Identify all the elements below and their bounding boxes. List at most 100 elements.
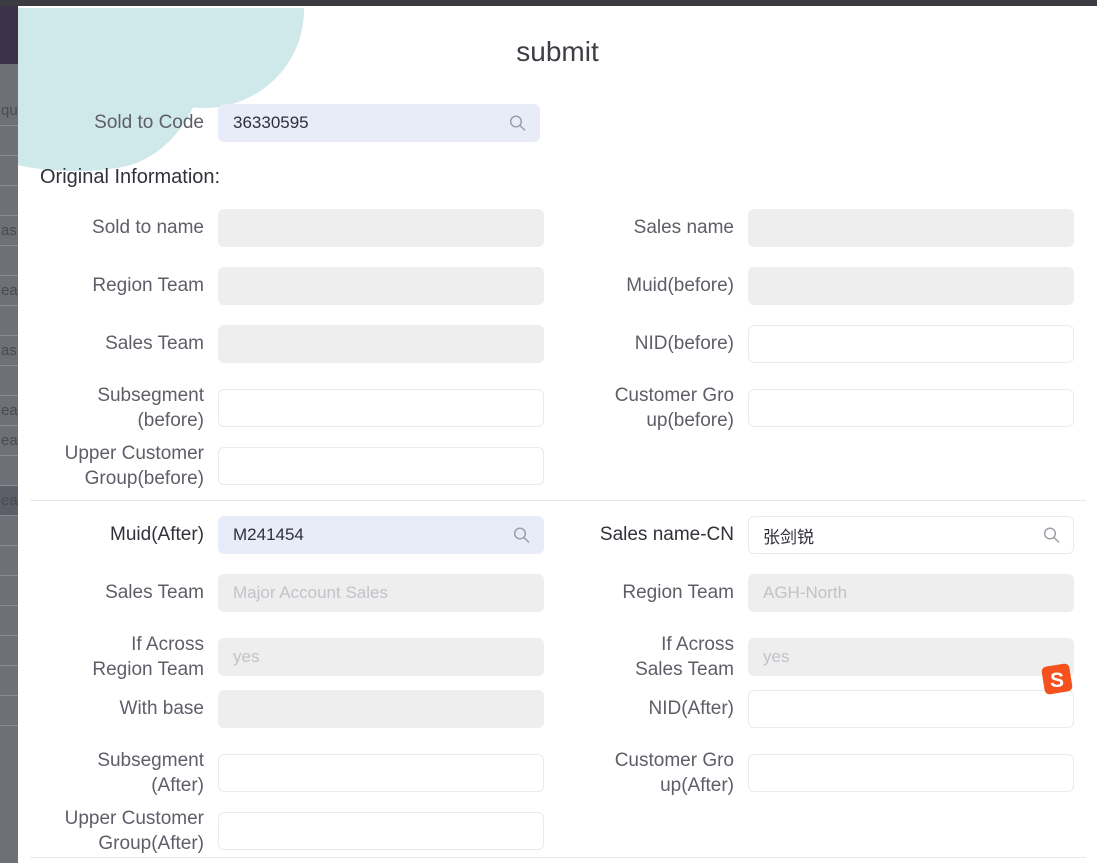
field-label-subsegment-before: Subsegment (before) bbox=[97, 385, 204, 432]
field-input-subsegment-before[interactable] bbox=[218, 389, 544, 428]
field-label-upper-customer-group-before: Upper Customer Group(before) bbox=[64, 443, 204, 490]
field-row-region-team: Region Team bbox=[40, 267, 544, 305]
field-input-muid-after[interactable]: M241454 bbox=[218, 516, 544, 554]
background-table-row: ea bbox=[0, 276, 18, 306]
field-label-subsegment-after: Subsegment (After) bbox=[97, 750, 204, 797]
background-table-row bbox=[0, 696, 18, 726]
background-table-row bbox=[0, 126, 18, 156]
field-label-customer-gro-up-before: Customer Gro up(before) bbox=[614, 385, 734, 432]
field-input-region-team[interactable]: AGH-North bbox=[748, 574, 1074, 612]
field-input-upper-customer-group-before[interactable] bbox=[218, 447, 544, 486]
field-row-subsegment-before: Subsegment (before) bbox=[40, 383, 544, 433]
original-information-heading: Original Information: bbox=[40, 166, 221, 188]
field-label-sales-name-cn: Sales name-CN bbox=[599, 524, 734, 546]
field-row-customer-gro-up-after: Customer Gro up(After) bbox=[558, 748, 1074, 798]
field-placeholder-region-team: AGH-North bbox=[763, 583, 848, 602]
background-table-row: ea bbox=[0, 426, 18, 456]
field-input-sold-to-name[interactable] bbox=[218, 209, 544, 247]
background-table-row: ea bbox=[0, 396, 18, 426]
background-table-row bbox=[0, 546, 18, 576]
field-label-sales-name: Sales name bbox=[633, 217, 734, 239]
background-table-row bbox=[0, 606, 18, 636]
field-row-if-across-sales-team: If Across Sales Team yes bbox=[558, 632, 1074, 682]
sold-to-code-label: Sold to Code bbox=[94, 112, 204, 134]
background-table-row bbox=[0, 306, 18, 336]
page-title: submit bbox=[516, 36, 599, 67]
background-table-row: qu bbox=[0, 96, 18, 126]
sogou-logo-letter: S bbox=[1050, 669, 1064, 692]
field-input-nid-before[interactable] bbox=[748, 325, 1074, 363]
field-row-sales-team: Sales Team Major Account Sales bbox=[40, 574, 544, 612]
field-row-sold-to-name: Sold to name bbox=[40, 209, 544, 247]
field-row-with-base: With base bbox=[40, 690, 544, 728]
sold-to-code-field-row: Sold to Code 36330595 bbox=[40, 104, 560, 142]
field-input-sales-name[interactable] bbox=[748, 209, 1074, 247]
field-input-with-base[interactable] bbox=[218, 690, 544, 728]
field-row-muid-before: Muid(before) bbox=[558, 267, 1074, 305]
field-input-region-team[interactable] bbox=[218, 267, 544, 305]
field-label-sold-to-name: Sold to name bbox=[92, 217, 204, 239]
field-placeholder-if-across-sales-team: yes bbox=[763, 647, 790, 667]
field-label-region-team: Region Team bbox=[92, 275, 204, 297]
field-input-sales-name-cn[interactable]: 张剑锐 bbox=[748, 516, 1074, 554]
field-placeholder-sales-team: Major Account Sales bbox=[233, 583, 388, 602]
field-label-sales-team: Sales Team bbox=[105, 582, 204, 604]
search-icon[interactable] bbox=[1042, 526, 1061, 545]
field-row-muid-after: Muid(After) M241454 bbox=[40, 516, 544, 554]
field-input-if-across-region-team[interactable]: yes bbox=[218, 638, 544, 677]
background-sidebar-header bbox=[0, 6, 18, 64]
field-label-region-team: Region Team bbox=[622, 582, 734, 604]
search-icon[interactable] bbox=[512, 526, 531, 545]
background-table-row bbox=[0, 156, 18, 186]
browser-chrome-band bbox=[0, 0, 1097, 6]
background-table-row bbox=[0, 666, 18, 696]
field-row-nid-before: NID(before) bbox=[558, 325, 1074, 363]
background-table-row bbox=[0, 246, 18, 276]
field-label-with-base: With base bbox=[119, 698, 204, 720]
field-value-sales-name-cn: 张剑锐 bbox=[763, 527, 814, 547]
field-row-upper-customer-group-after: Upper Customer Group(After) bbox=[40, 806, 544, 856]
field-label-sales-team: Sales Team bbox=[105, 333, 204, 355]
field-row-subsegment-after: Subsegment (After) bbox=[40, 748, 544, 798]
field-row-sales-name-cn: Sales name-CN 张剑锐 bbox=[558, 516, 1074, 554]
background-table-row bbox=[0, 186, 18, 216]
field-label-muid-after: Muid(After) bbox=[110, 524, 204, 546]
search-icon[interactable] bbox=[508, 114, 527, 133]
field-input-sales-team[interactable] bbox=[218, 325, 544, 363]
field-label-customer-gro-up-after: Customer Gro up(After) bbox=[614, 750, 734, 797]
sold-to-code-value: 36330595 bbox=[233, 113, 309, 132]
field-row-upper-customer-group-before: Upper Customer Group(before) bbox=[40, 441, 544, 491]
field-label-nid-after: NID(After) bbox=[648, 698, 735, 720]
field-input-sales-team[interactable]: Major Account Sales bbox=[218, 574, 544, 612]
background-table-row bbox=[0, 576, 18, 606]
field-row-sales-name: Sales name bbox=[558, 209, 1074, 247]
background-table-row: ea bbox=[0, 486, 18, 516]
field-row-region-team: Region Team AGH-North bbox=[558, 574, 1074, 612]
field-label-if-across-sales-team: If Across Sales Team bbox=[635, 634, 734, 681]
field-row-sales-team: Sales Team bbox=[40, 325, 544, 363]
field-input-customer-gro-up-after[interactable] bbox=[748, 754, 1074, 793]
section-divider-middle bbox=[30, 500, 1086, 501]
field-label-muid-before: Muid(before) bbox=[626, 275, 734, 297]
field-input-muid-before[interactable] bbox=[748, 267, 1074, 305]
field-label-upper-customer-group-after: Upper Customer Group(After) bbox=[64, 808, 204, 855]
sold-to-code-input[interactable]: 36330595 bbox=[218, 104, 540, 142]
background-table-row: as bbox=[0, 336, 18, 366]
sogou-input-method-logo[interactable]: S bbox=[1039, 661, 1075, 697]
background-table-row bbox=[0, 366, 18, 396]
background-table-row bbox=[0, 636, 18, 666]
submit-modal-dialog: submit Sold to Code 36330595 Original In… bbox=[18, 8, 1097, 863]
field-input-customer-gro-up-before[interactable] bbox=[748, 389, 1074, 428]
field-placeholder-if-across-region-team: yes bbox=[233, 647, 260, 667]
background-table-row bbox=[0, 456, 18, 486]
field-label-if-across-region-team: If Across Region Team bbox=[92, 634, 204, 681]
background-table-row: as bbox=[0, 216, 18, 246]
field-row-customer-gro-up-before: Customer Gro up(before) bbox=[558, 383, 1074, 433]
field-input-subsegment-after[interactable] bbox=[218, 754, 544, 793]
field-label-nid-before: NID(before) bbox=[634, 333, 734, 355]
field-input-nid-after[interactable] bbox=[748, 690, 1074, 728]
field-value-muid-after: M241454 bbox=[233, 525, 304, 544]
field-input-if-across-sales-team[interactable]: yes bbox=[748, 638, 1074, 677]
field-input-upper-customer-group-after[interactable] bbox=[218, 812, 544, 851]
background-table-row bbox=[0, 516, 18, 546]
